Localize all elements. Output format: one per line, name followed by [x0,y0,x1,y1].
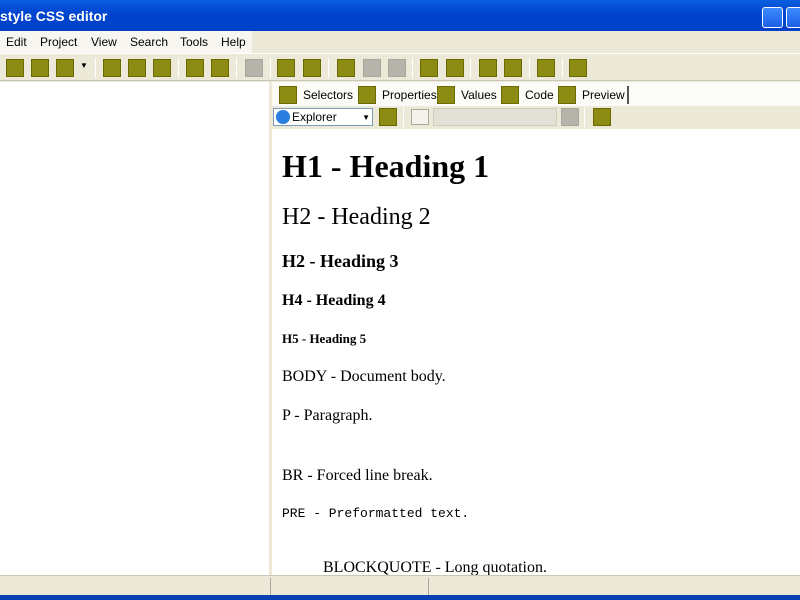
properties-icon [358,86,376,104]
chevron-down-icon[interactable]: ▼ [362,113,370,122]
binoculars-icon[interactable] [479,59,497,77]
tab-bar: Selectors Properties Values Code Preview [272,82,800,106]
save-icon[interactable] [31,59,49,77]
browser-select-value: Explorer [292,110,337,124]
open-icon[interactable] [6,59,24,77]
tab-preview[interactable]: Preview [558,86,629,104]
remove-icon[interactable] [128,59,146,77]
dropdown-arrow-icon[interactable]: ▼ [80,61,88,70]
tab-label: Values [461,88,497,102]
minimize-button[interactable] [762,7,783,28]
title-bar: style CSS editor [0,0,800,31]
preview-pre: PRE - Preformatted text. [282,506,470,521]
menu-search[interactable]: Search [130,35,168,49]
main-toolbar: ▼ [0,53,800,81]
tab-values[interactable]: Values [437,86,497,104]
paste-icon [363,59,381,77]
tab-label: Properties [382,88,437,102]
monitor-icon[interactable] [420,59,438,77]
window-title: style CSS editor [0,8,108,24]
preview-toolbar: Explorer ▼ [272,106,800,129]
help-icon[interactable] [569,59,587,77]
url-input[interactable] [433,108,557,126]
selector-tree-panel[interactable] [0,82,269,575]
ie-icon [276,110,290,124]
status-pane-1 [270,578,428,595]
add-icon[interactable] [103,59,121,77]
preview-blockquote: BLOCKQUOTE - Long quotation. [323,559,547,575]
browser-select[interactable]: Explorer ▼ [273,108,373,126]
refresh-icon[interactable] [56,59,74,77]
preview-br: BR - Forced line break. [282,467,433,484]
status-pane-2 [428,578,800,595]
preview-h4: H4 - Heading 4 [282,292,386,309]
tools-icon[interactable] [537,59,555,77]
menu-edit[interactable]: Edit [6,35,27,49]
copy-icon[interactable] [337,59,355,77]
tab-label: Code [525,88,554,102]
taskbar-edge [0,595,800,600]
tab-label: Selectors [303,88,354,102]
find-icon[interactable] [446,59,464,77]
delete-icon [388,59,406,77]
preview-body: BODY - Document body. [282,368,446,385]
list-icon[interactable] [277,59,295,77]
menu-help[interactable]: Help [221,35,246,49]
preview-h1: H1 - Heading 1 [282,148,490,184]
preview-icon [558,86,576,104]
code-icon [501,86,519,104]
preview-h2: H2 - Heading 2 [282,204,431,230]
backup-icon[interactable] [593,108,611,126]
preview-h5: H5 - Heading 5 [282,331,367,346]
menu-project[interactable]: Project [40,35,77,49]
tab-label: Preview [582,88,625,102]
maximize-button[interactable] [786,7,800,28]
move-up-icon[interactable] [186,59,204,77]
preview-h3: H2 - Heading 3 [282,251,399,271]
menu-view[interactable]: View [91,35,117,49]
tree-icon[interactable] [303,59,321,77]
go-icon [561,108,579,126]
move-down-icon[interactable] [211,59,229,77]
menu-tools[interactable]: Tools [180,35,208,49]
frame-icon [411,109,429,125]
selectors-icon [279,86,297,104]
disabled-icon [245,59,263,77]
find-next-icon[interactable] [504,59,522,77]
preview-pane: H1 - Heading 1 H2 - Heading 2 H2 - Headi… [272,129,800,575]
tab-selectors[interactable]: Selectors [279,86,353,104]
tab-code[interactable]: Code [501,86,554,104]
menu-bar: Edit Project View Search Tools Help [0,31,800,53]
preview-p: P - Paragraph. [282,407,373,424]
status-bar [0,575,800,595]
values-icon [437,86,455,104]
tab-properties[interactable]: Properties [358,86,437,104]
insert-icon[interactable] [153,59,171,77]
refresh-preview-icon[interactable] [379,108,397,126]
